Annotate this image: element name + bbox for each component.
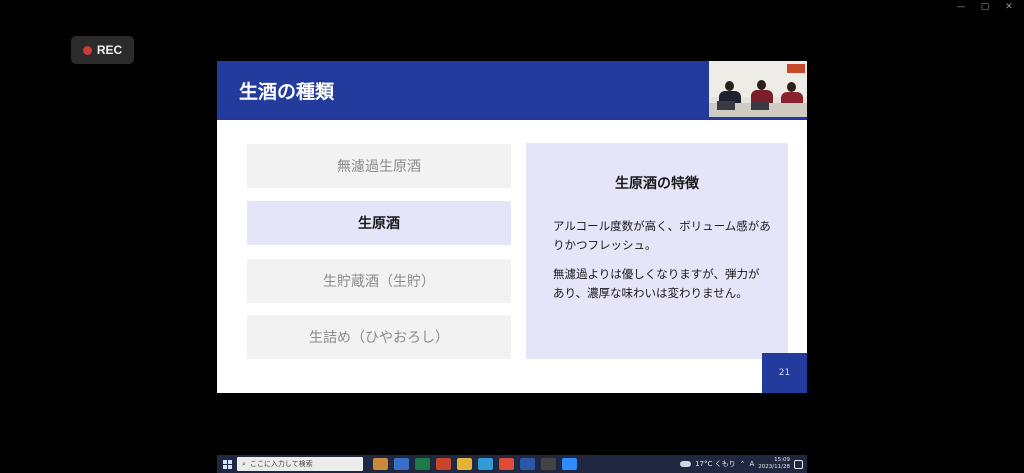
page-number: 21	[778, 368, 791, 378]
media-player-icon[interactable]	[541, 458, 556, 470]
tray-chevron-icon[interactable]: ⌃	[740, 460, 746, 468]
record-dot-icon	[82, 45, 92, 55]
taskbar-apps	[373, 458, 577, 470]
start-button[interactable]	[217, 459, 237, 469]
category-item-active[interactable]: 生原酒	[247, 201, 511, 245]
search-icon: ⌕	[242, 459, 246, 468]
laptop	[751, 101, 769, 110]
weather-label[interactable]: 17°C くもり	[695, 459, 736, 469]
folder-icon[interactable]	[457, 458, 472, 470]
category-label: 無濾過生原酒	[337, 159, 421, 175]
excel-icon[interactable]	[415, 458, 430, 470]
windows-logo-icon	[222, 459, 232, 469]
category-item[interactable]: 生詰め（ひやおろし）	[247, 315, 511, 359]
category-item[interactable]: 無濾過生原酒	[247, 144, 511, 188]
chrome-icon[interactable]	[499, 458, 514, 470]
maximize-icon[interactable]: ▢	[980, 2, 990, 12]
feature-panel: 生原酒の特徴 アルコール度数が高く、ボリューム感がありかつフレッシュ。 無濾過よ…	[526, 143, 788, 359]
recording-indicator[interactable]: REC	[71, 36, 134, 64]
taskbar-search[interactable]: ⌕ ここに入力して検索	[237, 457, 363, 471]
title-underline	[217, 117, 807, 120]
slide-title-bar: 生酒の種類	[217, 61, 710, 117]
clock-date: 2023/11/28	[758, 464, 790, 470]
page-number-box: 21	[762, 353, 807, 393]
clock-time: 15:09	[774, 457, 790, 463]
powerpoint-icon[interactable]	[436, 458, 451, 470]
system-tray: 17°C くもり ⌃ A 15:09 2023/11/28	[680, 457, 807, 471]
clock[interactable]: 15:09 2023/11/28	[758, 457, 790, 471]
category-label: 生原酒	[358, 216, 400, 232]
app-icon[interactable]	[394, 458, 409, 470]
feature-paragraph: 無濾過よりは優しくなりますが、弾力があり、濃厚な味わいは変わりません。	[553, 267, 760, 300]
cloud-icon	[680, 461, 692, 467]
word-icon[interactable]	[520, 458, 535, 470]
edge-icon[interactable]	[478, 458, 493, 470]
wall-sign	[787, 64, 805, 73]
taskbar: ⌕ ここに入力して検索 17°C くもり ⌃ A 15:09 2023/11/2…	[217, 455, 807, 473]
category-item[interactable]: 生貯蔵酒（生貯）	[247, 259, 511, 303]
notification-icon[interactable]	[794, 459, 803, 469]
category-label: 生詰め（ひやおろし）	[309, 330, 449, 346]
presentation-slide: 生酒の種類 無濾過生原酒 生原酒 生貯蔵酒（生貯） 生詰め（ひやおろし） 生原酒	[217, 61, 807, 393]
minimize-icon[interactable]: —	[956, 2, 966, 12]
recording-label: REC	[96, 43, 123, 57]
briefcase-icon[interactable]	[373, 458, 388, 470]
feature-paragraph: アルコール度数が高く、ボリューム感がありかつフレッシュ。	[553, 219, 771, 252]
slide-title: 生酒の種類	[239, 81, 335, 103]
webcam-video	[709, 61, 807, 117]
feature-title: 生原酒の特徴	[615, 176, 699, 192]
zoom-icon[interactable]	[562, 458, 577, 470]
ime-indicator[interactable]: A	[750, 460, 755, 468]
close-icon[interactable]: ✕	[1004, 2, 1014, 12]
search-placeholder: ここに入力して検索	[249, 460, 313, 468]
laptop	[717, 101, 735, 110]
window-controls: — ▢ ✕	[956, 2, 1014, 12]
category-label: 生貯蔵酒（生貯）	[323, 274, 435, 290]
